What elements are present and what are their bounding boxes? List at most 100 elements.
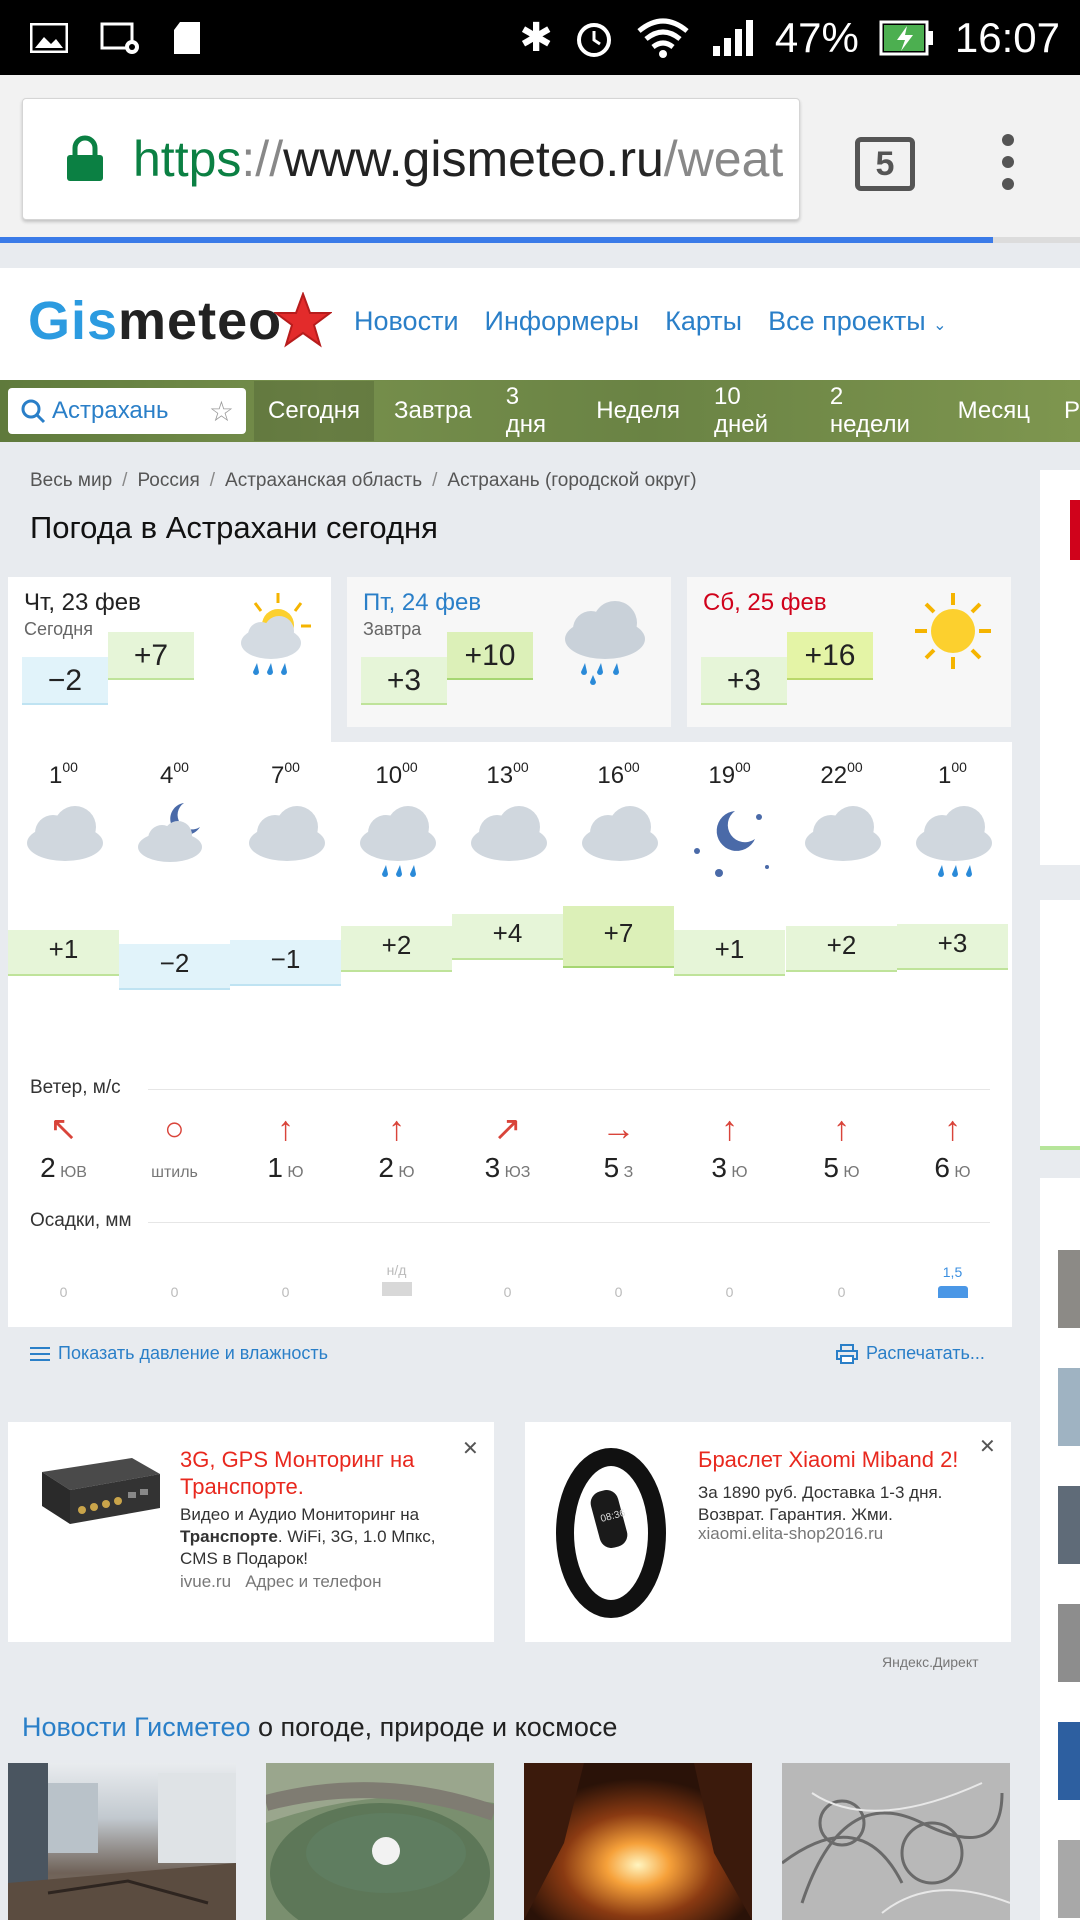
hour-wind: ↑ 3 Ю: [674, 1112, 785, 1184]
cloud-rain-icon: [356, 797, 440, 892]
hour-temperature: +2: [341, 926, 452, 972]
news-thumbnail[interactable]: [782, 1763, 1010, 1920]
breadcrumb-world[interactable]: Весь мир: [30, 470, 112, 492]
nav-all-projects[interactable]: Все проекты ⌄: [768, 306, 947, 337]
ad-title[interactable]: Браслет Xiaomi Miband 2!: [698, 1446, 998, 1473]
precip-label: Осадки, мм: [30, 1210, 132, 1231]
wind-speed: 3: [484, 1152, 501, 1183]
sd-card-icon: [174, 21, 200, 54]
hour-temperature: −2: [119, 944, 230, 990]
hour-precipitation: н/д: [341, 1262, 452, 1296]
chevron-down-icon: ⌄: [933, 317, 947, 334]
breadcrumb-city: Астрахань (городской округ): [447, 470, 697, 491]
day-card-tomorrow[interactable]: Пт, 24 фев Завтра +3 +10: [347, 577, 671, 727]
cloud-icon: [801, 797, 885, 872]
tab-10-days[interactable]: 10 дней: [714, 383, 796, 439]
nav-informers[interactable]: Информеры: [485, 306, 640, 337]
day-temp-max: +16: [787, 632, 873, 680]
wind-speed: 2: [378, 1152, 394, 1183]
news-thumbnail[interactable]: [266, 1763, 494, 1920]
hour-time: 700: [271, 759, 300, 789]
hour-time: 1600: [597, 759, 640, 789]
tab-tomorrow[interactable]: Завтра: [394, 397, 472, 425]
ad-url[interactable]: ivue.ru Адрес и телефон: [180, 1572, 382, 1592]
hour-temperature: +1: [8, 930, 119, 976]
overflow-menu-icon[interactable]: [1000, 132, 1016, 192]
dvr-device-image: [42, 1458, 160, 1524]
breadcrumb-russia[interactable]: Россия: [137, 470, 199, 492]
hour-time: 100: [938, 759, 967, 789]
favorite-star-icon[interactable]: ☆: [209, 395, 234, 428]
ad-card-miband[interactable]: 08:36 Браслет Xiaomi Miband 2! За 1890 р…: [525, 1422, 1011, 1642]
lock-icon: [67, 135, 103, 181]
ad-title[interactable]: 3G, GPS Монторинг на Транспорте.: [180, 1446, 460, 1500]
print-link[interactable]: Распечатать...: [836, 1343, 985, 1364]
tab-switcher-button[interactable]: 5: [855, 137, 915, 191]
day-card-saturday[interactable]: Сб, 25 фев +3 +16: [687, 577, 1011, 727]
ad-card-gps[interactable]: 3G, GPS Монторинг на Транспорте. Видео и…: [8, 1422, 494, 1642]
news-heading-link[interactable]: Новости Гисметео: [22, 1712, 251, 1742]
cloud-rain-icon: [912, 797, 996, 892]
day-temp-min: +3: [361, 657, 447, 705]
hour-wind: ↖ 2 ЮВ: [8, 1112, 119, 1184]
alarm-icon: [576, 22, 611, 57]
hour-wind: ↑ 6 Ю: [897, 1112, 1008, 1184]
clock-time: 16:07: [954, 13, 1060, 61]
printer-icon: [836, 1343, 858, 1364]
wifi-icon: [637, 18, 689, 58]
divider: [148, 1222, 990, 1223]
search-input[interactable]: Астрахань: [52, 397, 169, 425]
sidebar-card[interactable]: [1040, 470, 1080, 865]
news-thumbnail[interactable]: [8, 1763, 236, 1920]
hour-precipitation: 0: [725, 1284, 734, 1300]
wind-direction: ЮВ: [60, 1164, 87, 1181]
tab-month[interactable]: Месяц: [958, 397, 1030, 425]
sidebar-card[interactable]: [1040, 900, 1080, 1150]
tab-more[interactable]: Р: [1064, 397, 1080, 425]
sidebar-news-list[interactable]: [1040, 1178, 1080, 1920]
sun-cloud-rain-icon: [241, 593, 311, 675]
battery-charging-icon: [879, 20, 933, 55]
cloud-icon: [245, 797, 329, 872]
hour-temperature: +1: [674, 930, 785, 976]
tab-today[interactable]: Сегодня: [254, 381, 374, 441]
hour-column: 700 −1 ↑ 1 Ю 0: [230, 742, 341, 1327]
yandex-direct-label[interactable]: Яндекс.Директ: [882, 1654, 979, 1670]
nav-maps[interactable]: Карты: [665, 306, 742, 337]
wind-arrow-icon: ○: [164, 1110, 185, 1148]
hour-temperature: +4: [452, 914, 563, 960]
day-subtitle: Сегодня: [24, 619, 93, 639]
news-heading: Новости Гисметео о погоде, природе и кос…: [22, 1712, 618, 1742]
show-pressure-humidity-link[interactable]: Показать давление и влажность: [30, 1343, 328, 1364]
day-card-today[interactable]: Чт, 23 фев Сегодня −2 +7: [8, 577, 331, 742]
breadcrumb-separator: /: [432, 470, 438, 491]
site-header: Gismeteo Новости Информеры Карты Все про…: [0, 268, 1080, 380]
city-search-box[interactable]: Астрахань ☆: [8, 388, 246, 434]
day-temp-max: +10: [447, 632, 533, 680]
cloud-icon: [23, 797, 107, 872]
hour-column: 400 −2 ○ штиль 0: [119, 742, 230, 1327]
day-date: Пт, 24 фев: [363, 589, 482, 616]
wind-direction: штиль: [151, 1164, 198, 1181]
hour-time: 100: [49, 759, 78, 789]
breadcrumb-region[interactable]: Астраханская область: [225, 470, 422, 492]
cloud-icon: [467, 797, 551, 872]
wind-direction: Ю: [287, 1164, 304, 1181]
status-bar: ✱ 47% 16:07: [0, 0, 1080, 75]
gismeteo-logo[interactable]: Gismeteo: [28, 290, 282, 352]
hour-column: 100 +3 ↑ 6 Ю 1,5: [897, 742, 1008, 1327]
tab-week[interactable]: Неделя: [596, 397, 680, 425]
hour-precipitation: 0: [281, 1284, 290, 1300]
ad-text: За 1890 руб. Доставка 1-3 дня. Возврат. …: [698, 1483, 943, 1524]
ad-url[interactable]: xiaomi.elita-shop2016.ru: [698, 1524, 883, 1544]
ad-close-icon[interactable]: ✕: [462, 1436, 479, 1461]
tab-2-weeks[interactable]: 2 недели: [830, 383, 924, 439]
image-notification-icon: [30, 22, 68, 53]
battery-percent: 47%: [774, 13, 859, 61]
news-thumbnail[interactable]: [524, 1763, 752, 1920]
url-bar[interactable]: https://www.gismeteo.ru/weat: [22, 98, 800, 220]
wind-speed: 3: [711, 1152, 727, 1183]
nav-news[interactable]: Новости: [354, 306, 459, 337]
ad-close-icon[interactable]: ✕: [979, 1434, 996, 1459]
tab-3-days[interactable]: 3 дня: [506, 383, 563, 439]
